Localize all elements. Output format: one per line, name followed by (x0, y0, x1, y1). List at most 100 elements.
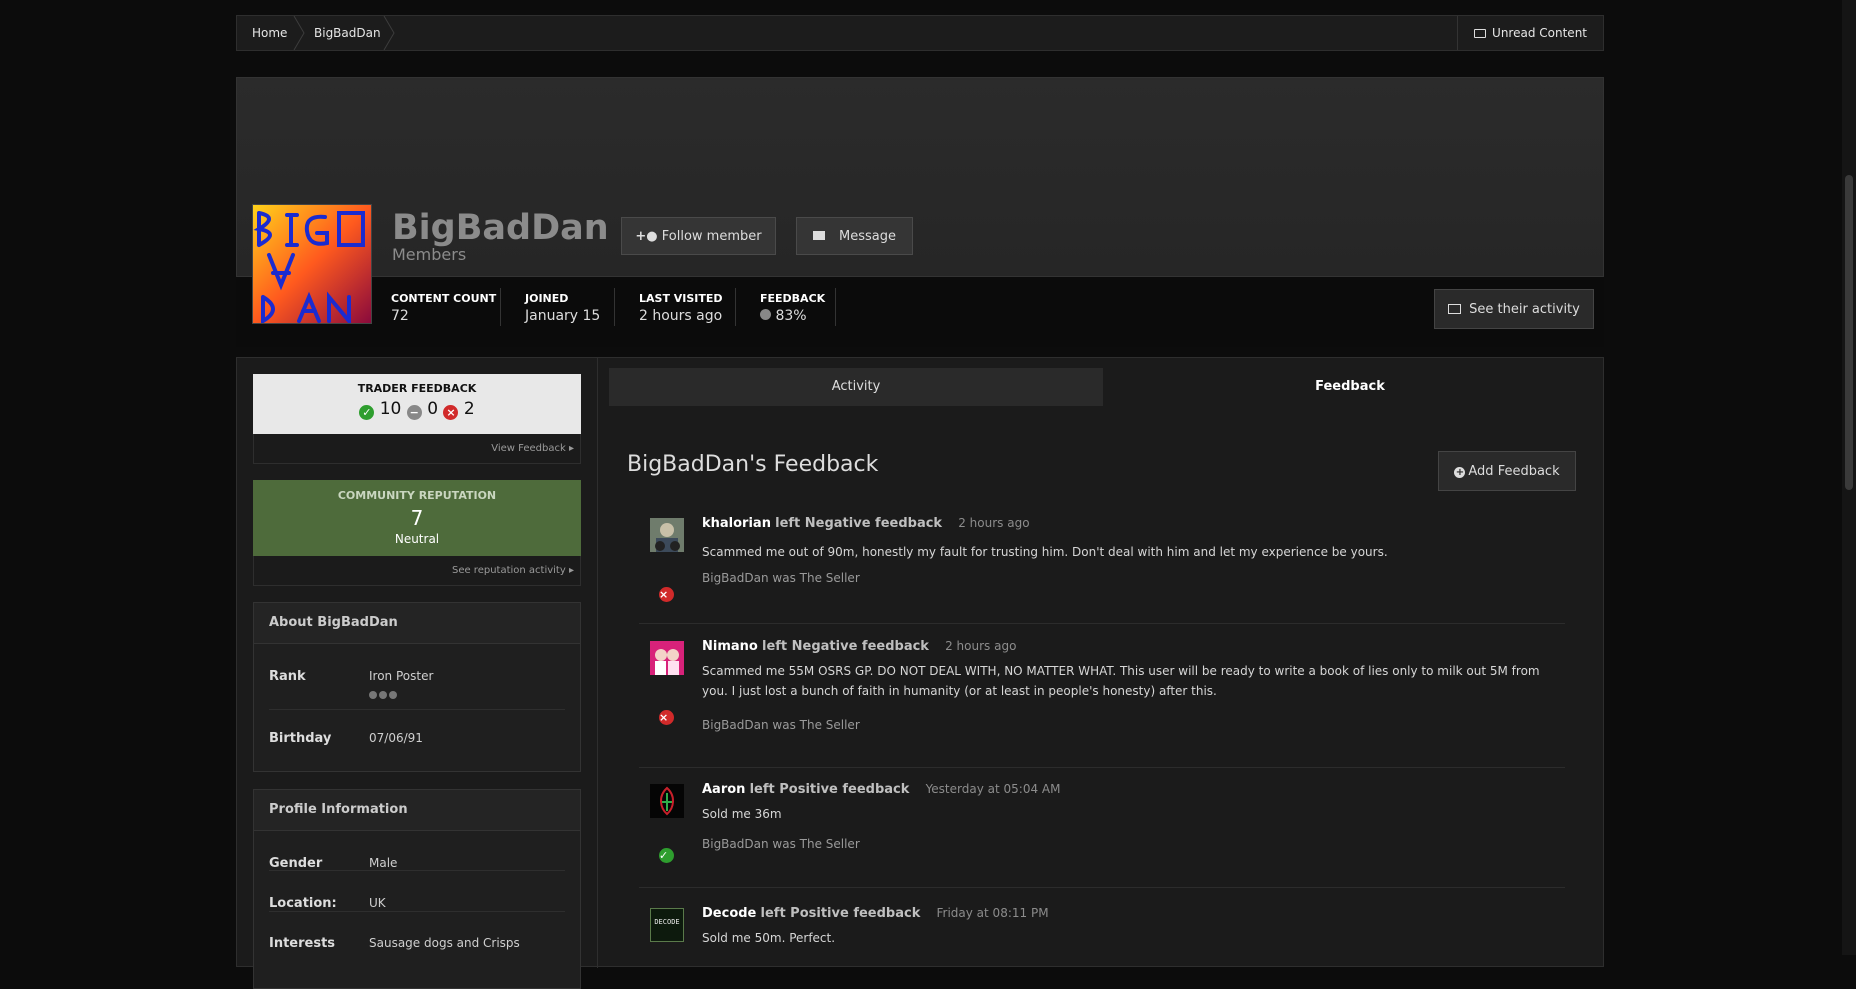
user-avatar[interactable]: DECODE (650, 908, 684, 942)
about-title: About BigBadDan (254, 603, 580, 644)
stat-last-visited: LAST VISITED 2 hours ago (639, 292, 723, 324)
location-row: Location: UK (269, 871, 565, 912)
entry-divider (639, 623, 1565, 624)
feedback-action: left Negative feedback (775, 516, 943, 531)
see-their-activity-button[interactable]: See their activity (1434, 289, 1594, 329)
interests-row: Interests Sausage dogs and Crisps (269, 912, 565, 952)
positive-count: 10 (379, 399, 402, 419)
add-user-icon: +● (635, 229, 658, 244)
negative-count: 2 (463, 399, 475, 419)
stat-divider (835, 288, 836, 326)
stat-label: FEEDBACK (760, 292, 826, 305)
add-feedback-button[interactable]: + Add Feedback (1438, 451, 1576, 491)
stat-label: LAST VISITED (639, 292, 723, 305)
stat-value: 2 hours ago (639, 308, 723, 324)
feedback-user-link[interactable]: khalorian (702, 516, 771, 531)
community-reputation-box: COMMUNITY REPUTATION 7 Neutral (253, 480, 581, 556)
birthday-row: Birthday 07/06/91 (269, 710, 565, 766)
feedback-section-title: BigBadDan's Feedback (627, 452, 879, 477)
page-scrollbar[interactable] (1842, 0, 1856, 955)
profile-username: BigBadDan (392, 208, 609, 248)
breadcrumb-current[interactable]: BigBadDan (314, 16, 381, 50)
feedback-user-link[interactable]: Decode (702, 906, 756, 921)
feedback-user-link[interactable]: Aaron (702, 782, 745, 797)
trader-feedback-box: TRADER FEEDBACK ✓ 10 − 0 × 2 (253, 374, 581, 434)
entry-divider (639, 887, 1565, 888)
entry-divider (639, 767, 1565, 768)
feedback-message: Sold me 36m (702, 807, 782, 821)
user-avatar[interactable] (650, 784, 684, 818)
interests-value: Sausage dogs and Crisps (369, 936, 520, 950)
unread-content-link[interactable]: Unread Content (1457, 16, 1603, 50)
feedback-role: BigBadDan was The Seller (702, 571, 860, 585)
stat-value: 72 (391, 308, 409, 324)
stat-joined: JOINED January 15 (525, 292, 600, 324)
avatar-text: DECODE (654, 918, 680, 926)
rank-label: Rank (269, 669, 306, 684)
positive-icon: ✓ (659, 846, 674, 863)
birthday-value: 07/06/91 (369, 731, 423, 745)
profile-main-panel: TRADER FEEDBACK ✓ 10 − 0 × 2 View Feedba… (236, 357, 1604, 989)
see-reputation-activity-link[interactable]: See reputation activity ▸ (253, 556, 581, 586)
location-value: UK (369, 896, 386, 910)
gender-row: Gender Male (269, 830, 565, 871)
feedback-time: Friday at 08:11 PM (936, 906, 1049, 920)
feedback-user-link[interactable]: Nimano (702, 639, 758, 654)
about-box: About BigBadDan Rank Iron Poster Birthda… (253, 602, 581, 772)
feedback-header: Decode left Positive feedback Friday at … (702, 906, 1049, 921)
stat-content-count: CONTENT COUNT 72 (391, 292, 496, 324)
feedback-action: left Positive feedback (749, 782, 910, 797)
breadcrumb: Home BigBadDan Unread Content (236, 15, 1604, 51)
feedback-message: Scammed me 55M OSRS GP. DO NOT DEAL WITH… (702, 664, 1540, 698)
feedback-time: Yesterday at 05:04 AM (925, 782, 1061, 796)
view-feedback-link[interactable]: View Feedback ▸ (253, 434, 581, 464)
feedback-header: Nimano left Negative feedback 2 hours ag… (702, 639, 1016, 654)
breadcrumb-home[interactable]: Home (252, 16, 287, 50)
caret-right-icon: ▸ (568, 443, 574, 454)
profile-tabs: Activity Feedback (609, 368, 1597, 406)
message-button[interactable]: Message (796, 217, 913, 255)
feedback-role: BigBadDan was The Seller (702, 837, 860, 851)
profile-group: Members (392, 245, 467, 264)
profile-information-box: Profile Information Gender Male Location… (253, 789, 581, 989)
tab-feedback[interactable]: Feedback (1103, 368, 1597, 406)
rank-pips (369, 688, 399, 702)
add-feedback-label: Add Feedback (1468, 464, 1560, 479)
trader-feedback-title: TRADER FEEDBACK (357, 382, 477, 395)
location-label: Location: (269, 896, 337, 911)
stat-divider (500, 288, 501, 326)
user-avatar[interactable] (650, 641, 684, 675)
see-their-activity-label: See their activity (1469, 302, 1580, 317)
reputation-value: 7 (410, 506, 424, 530)
profile-avatar[interactable] (252, 204, 372, 324)
message-label: Message (839, 229, 896, 244)
breadcrumb-separator (293, 16, 305, 50)
negative-icon: × (659, 585, 674, 602)
interests-label: Interests (269, 936, 336, 951)
neutral-count: 0 (427, 399, 439, 419)
user-avatar[interactable] (650, 518, 684, 552)
activity-icon (1448, 304, 1462, 314)
feedback-time: 2 hours ago (958, 516, 1030, 530)
envelope-icon (813, 231, 825, 240)
breadcrumb-separator (383, 16, 395, 50)
stat-divider (614, 288, 615, 326)
stat-label: CONTENT COUNT (391, 292, 497, 305)
feedback-role: BigBadDan was The Seller (702, 718, 860, 732)
feedback-action: left Positive feedback (760, 906, 921, 921)
gender-label: Gender (269, 856, 323, 871)
stat-value: 83% (775, 308, 807, 324)
caret-right-icon: ▸ (568, 565, 574, 576)
negative-icon: × (659, 708, 674, 725)
view-feedback-label: View Feedback (491, 443, 566, 454)
scrollbar-thumb[interactable] (1845, 175, 1853, 490)
neutral-icon: − (406, 405, 422, 420)
see-reputation-activity-label: See reputation activity (451, 565, 566, 576)
negative-icon: × (443, 405, 459, 420)
feedback-action: left Negative feedback (761, 639, 929, 654)
stat-value: January 15 (525, 308, 601, 324)
follow-member-button[interactable]: +● Follow member (621, 217, 776, 255)
positive-icon: ✓ (359, 405, 375, 420)
neutral-icon (760, 309, 771, 320)
tab-activity[interactable]: Activity (609, 368, 1103, 406)
